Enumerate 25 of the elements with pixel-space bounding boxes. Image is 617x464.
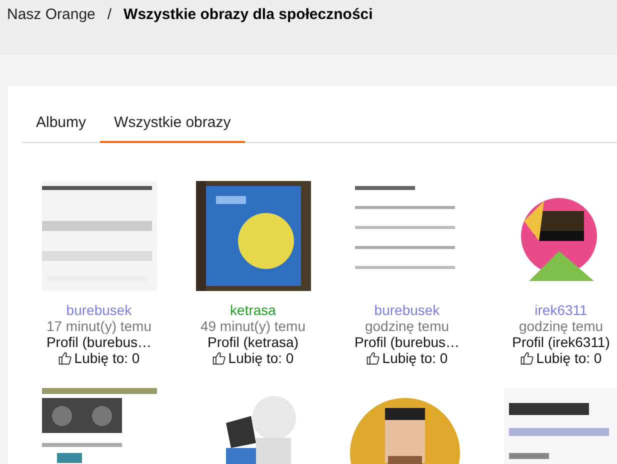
author-link[interactable]: ketrasa (230, 302, 276, 318)
timestamp: godzinę temu (364, 318, 450, 334)
timestamp: 49 minut(y) temu (200, 318, 306, 334)
profile-link[interactable]: Profil (ketrasa) (207, 334, 299, 350)
profile-link[interactable]: Profil (burebus… (354, 334, 460, 350)
timestamp: 17 minut(y) temu (46, 318, 152, 334)
tab[interactable]: Albumy (22, 106, 100, 143)
profile-link[interactable]: Profil (irek6311) (512, 334, 610, 350)
timestamp: godzinę temu (518, 318, 604, 334)
thumbs-up-icon (212, 351, 226, 365)
like-button[interactable]: Lubię to: 0 (520, 350, 602, 366)
profile-link[interactable]: Profil (burebus… (46, 334, 152, 350)
like-button[interactable]: Lubię to: 0 (58, 350, 140, 366)
like-button[interactable]: Lubię to: 0 (366, 350, 448, 366)
tab[interactable]: Wszystkie obrazy (100, 106, 245, 143)
author-link[interactable]: burebusek (374, 302, 440, 318)
breadcrumb-separator: / (107, 6, 112, 23)
page-title: Wszystkie obrazy dla społeczności (124, 6, 373, 23)
like-button[interactable]: Lubię to: 0 (212, 350, 294, 366)
thumbs-up-icon (366, 351, 380, 365)
breadcrumb-link[interactable]: Nasz Orange (7, 6, 96, 23)
author-link[interactable]: burebusek (66, 302, 132, 318)
thumbs-up-icon (58, 351, 72, 365)
thumbs-up-icon (520, 351, 534, 365)
author-link[interactable]: irek6311 (534, 302, 588, 318)
